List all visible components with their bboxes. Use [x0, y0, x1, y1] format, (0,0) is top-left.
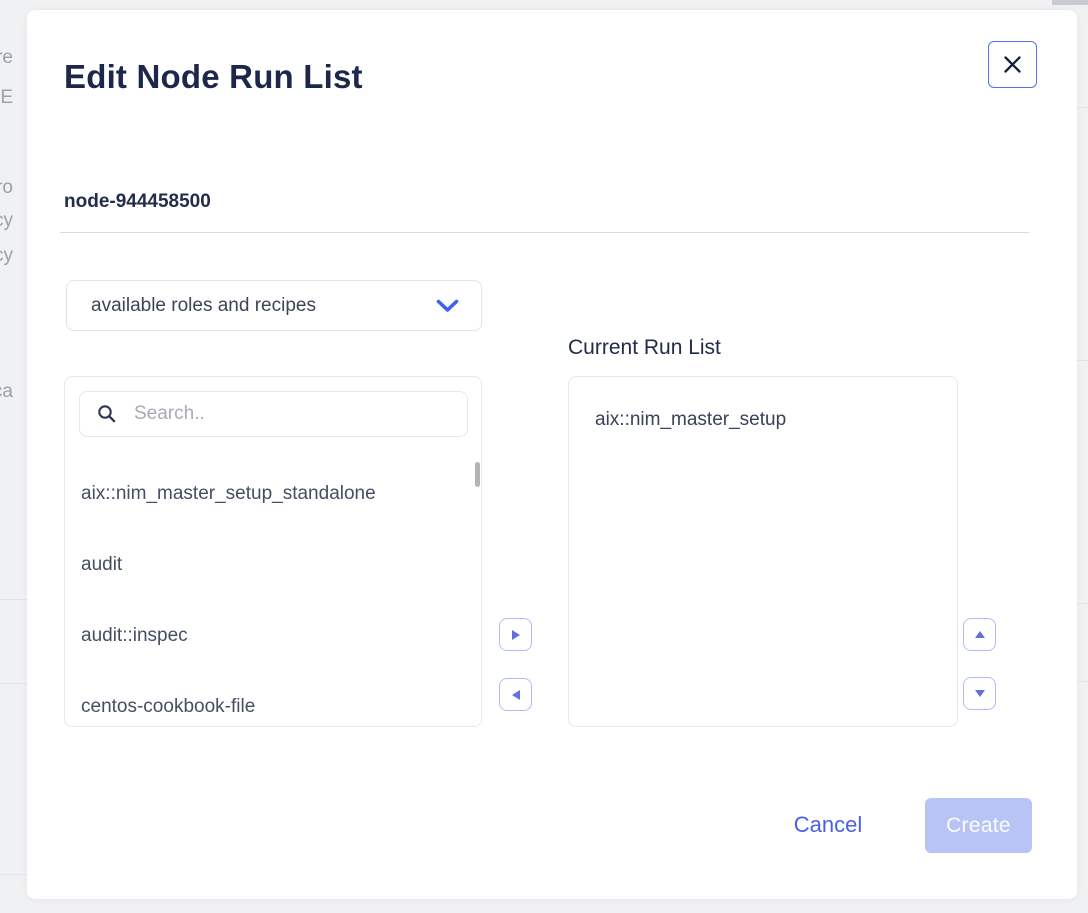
edit-node-run-list-dialog: Edit Node Run List node-944458500 availa… — [27, 10, 1077, 899]
bg-text-fragment: cy — [0, 245, 13, 267]
run-list-item[interactable]: aix::nim_master_setup — [595, 409, 786, 431]
triangle-right-icon — [512, 630, 520, 640]
search-icon — [97, 404, 117, 424]
bg-row-divider — [0, 874, 27, 875]
create-button[interactable]: Create — [925, 798, 1032, 853]
bg-text-fragment: ro — [0, 177, 13, 199]
list-item[interactable]: audit — [81, 554, 457, 575]
current-run-list-panel: aix::nim_master_setup — [568, 376, 958, 727]
bg-text-fragment: ca — [0, 381, 13, 403]
list-scrollbar-thumb[interactable] — [475, 462, 480, 487]
triangle-up-icon — [975, 631, 985, 638]
available-list-panel: aix::nim_master_setup_standalone audit a… — [64, 376, 482, 727]
node-name-label: node-944458500 — [64, 191, 211, 213]
cancel-button[interactable]: Cancel — [768, 808, 888, 842]
bg-text-fragment: DE — [0, 87, 13, 109]
move-right-button[interactable] — [499, 618, 532, 651]
bg-row-divider — [1077, 360, 1088, 361]
close-button[interactable] — [988, 41, 1037, 88]
dialog-title: Edit Node Run List — [64, 58, 363, 96]
move-up-button[interactable] — [963, 618, 996, 651]
bg-row-divider — [0, 683, 27, 684]
browser-scrollbar[interactable] — [1052, 0, 1088, 5]
bg-text-fragment: ure — [0, 47, 13, 69]
bg-row-divider — [1077, 603, 1088, 604]
list-item[interactable]: centos-cookbook-file — [81, 696, 457, 717]
close-icon — [1003, 55, 1022, 74]
search-field — [79, 391, 468, 437]
list-item[interactable]: audit::inspec — [81, 625, 457, 646]
bg-row-divider — [1077, 107, 1088, 108]
page-background: ure DE ro cy cy ca Edit Node Run List no… — [0, 0, 1088, 913]
dropdown-selected-value: available roles and recipes — [91, 295, 436, 317]
move-down-button[interactable] — [963, 677, 996, 710]
move-left-button[interactable] — [499, 678, 532, 711]
bg-row-divider — [0, 599, 27, 600]
roles-recipes-dropdown[interactable]: available roles and recipes — [66, 280, 482, 331]
bg-text-fragment: cy — [0, 210, 13, 232]
search-input[interactable] — [134, 403, 467, 425]
chevron-down-icon — [436, 299, 459, 313]
available-recipes-list: aix::nim_master_setup_standalone audit a… — [81, 483, 457, 767]
list-item[interactable]: aix::nim_master_setup_standalone — [81, 483, 457, 504]
bg-row-divider — [1077, 681, 1088, 682]
node-name-underline — [60, 232, 1029, 233]
current-run-list-heading: Current Run List — [568, 336, 721, 360]
triangle-left-icon — [512, 690, 520, 700]
triangle-down-icon — [975, 690, 985, 697]
